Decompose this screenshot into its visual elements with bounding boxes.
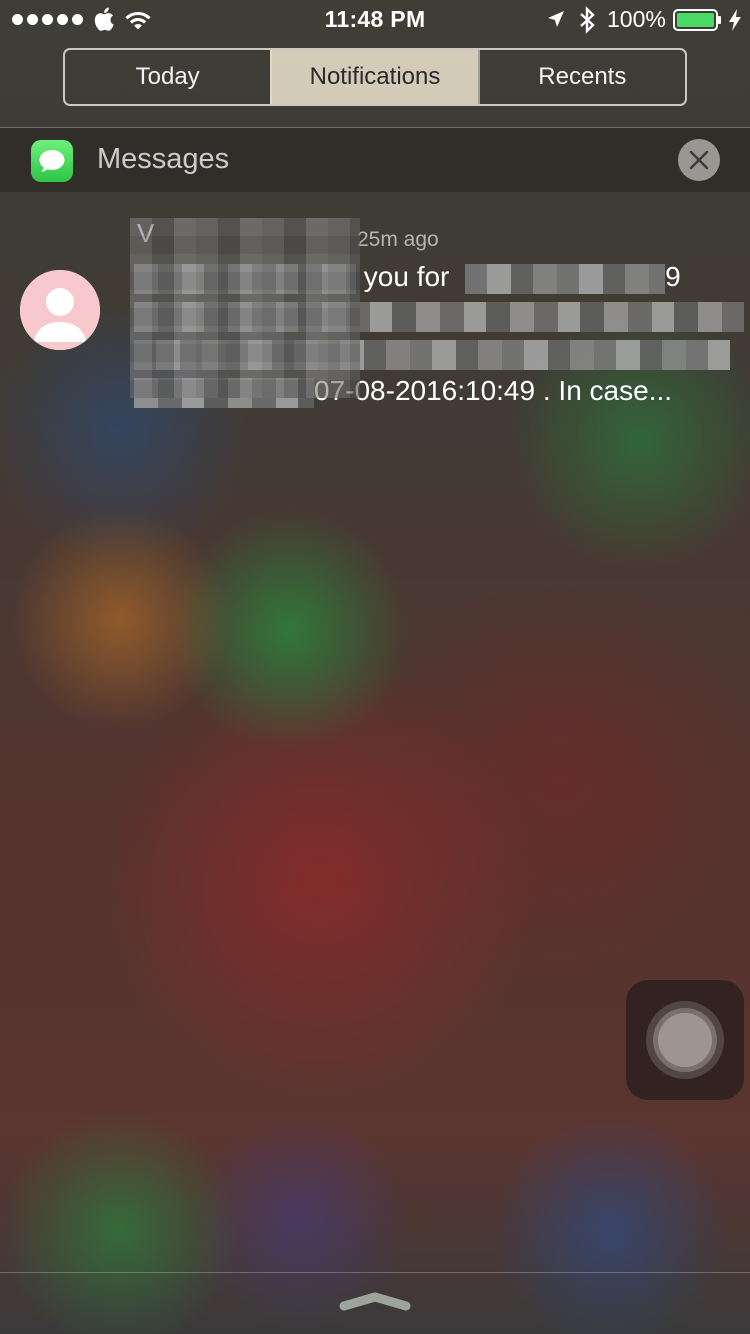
bluetooth-icon xyxy=(580,6,595,34)
notification-time: 25m ago xyxy=(357,228,439,251)
chevron-up-icon[interactable] xyxy=(338,1290,412,1314)
message-line: you for 9 xyxy=(134,258,744,296)
notification-body[interactable]: you for 9 07-08-2016:10:49 . In case... xyxy=(134,258,744,410)
person-icon xyxy=(20,270,100,350)
battery-icon xyxy=(673,9,721,31)
message-line-redacted xyxy=(134,296,744,334)
charging-icon xyxy=(729,9,741,31)
message-text: 9 xyxy=(665,261,681,292)
avatar xyxy=(20,270,100,350)
assistive-touch-button[interactable] xyxy=(626,980,744,1100)
tab-notifications[interactable]: Notifications xyxy=(270,50,478,104)
view-segmented-control: Today Notifications Recents xyxy=(63,48,687,106)
message-text: you for xyxy=(363,261,450,292)
location-icon xyxy=(548,11,564,27)
notification-group-header[interactable]: Messages xyxy=(0,128,750,192)
divider xyxy=(0,1272,750,1273)
group-title: Messages xyxy=(97,143,230,175)
message-line-redacted xyxy=(134,334,744,372)
message-text: 07-08-2016:10:49 . In case... xyxy=(314,375,673,406)
clear-notifications-button[interactable] xyxy=(678,139,720,181)
notification-sender: V xyxy=(137,218,155,248)
tab-today[interactable]: Today xyxy=(65,50,270,104)
messages-app-icon xyxy=(31,140,73,182)
battery-percentage: 100% xyxy=(607,6,666,32)
close-icon xyxy=(689,150,709,170)
status-bar: 11:48 PM 100% xyxy=(0,0,750,40)
message-line: 07-08-2016:10:49 . In case... xyxy=(134,372,744,410)
tab-recents[interactable]: Recents xyxy=(477,50,685,104)
